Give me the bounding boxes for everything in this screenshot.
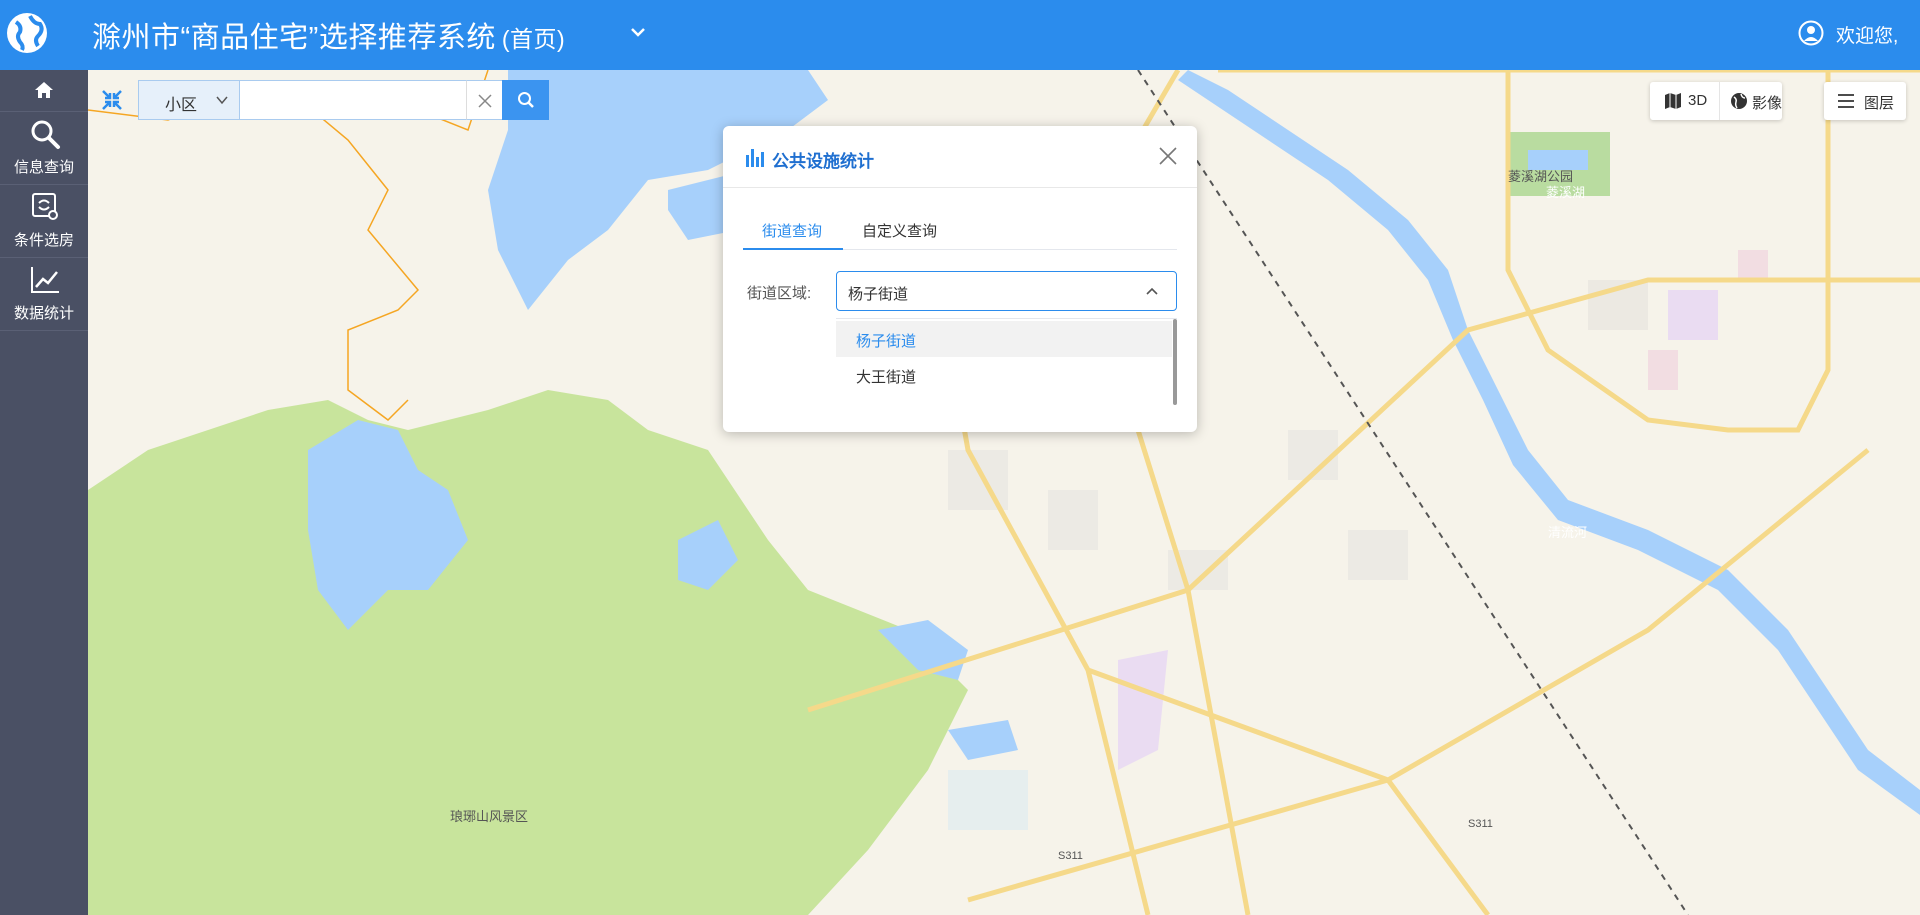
- sidebar-item-label: 信息查询: [13, 159, 74, 176]
- chevron-up-icon: [1146, 287, 1158, 295]
- welcome-text[interactable]: 欢迎您,: [1836, 21, 1898, 48]
- dialog-tabs: 街道查询 自定义查询: [743, 210, 1177, 250]
- sidebar-item-label: 条件选房: [13, 232, 74, 249]
- search-input[interactable]: [240, 80, 466, 120]
- globe-icon: [1731, 93, 1747, 109]
- home-icon: [35, 82, 53, 98]
- search-icon: [518, 92, 534, 108]
- sidebar: 信息查询 条件选房 数据统计: [0, 70, 88, 915]
- search-icon: [31, 120, 60, 149]
- chevron-down-icon: [216, 96, 228, 105]
- settings-icon: [32, 193, 58, 220]
- menu-icon: [1838, 94, 1854, 108]
- search-type-value: 小区: [165, 97, 198, 114]
- layers-button[interactable]: 图层: [1824, 82, 1906, 120]
- dialog-header: 公共设施统计: [723, 126, 1197, 188]
- lake-label: 菱溪湖: [1546, 185, 1586, 200]
- dialog-title: 公共设施统计: [772, 152, 874, 171]
- option-label: 大王街道: [856, 369, 917, 386]
- close-icon: [478, 94, 492, 108]
- imagery-label: 影像: [1752, 95, 1783, 112]
- public-facility-stats-dialog: 公共设施统计 街道查询 自定义查询 街道区域: 杨子街道 杨子街道 大王街道: [723, 126, 1197, 432]
- active-tab-indicator: [743, 248, 843, 250]
- chevron-down-icon[interactable]: [628, 22, 648, 42]
- tab-street-query[interactable]: 街道查询: [762, 220, 822, 241]
- search-type-select[interactable]: 小区: [138, 80, 240, 120]
- sidebar-item-info-query[interactable]: 信息查询: [0, 112, 88, 185]
- dropdown-option-yangzi[interactable]: 杨子街道: [836, 321, 1172, 357]
- scenic-area-label: 琅琊山风景区: [450, 809, 529, 824]
- sidebar-item-label: 数据统计: [13, 305, 74, 322]
- 3d-label: 3D: [1688, 92, 1708, 109]
- street-area-dropdown: 杨子街道 大王街道: [836, 318, 1177, 414]
- clear-button[interactable]: [466, 80, 502, 120]
- road-label: S311: [1058, 850, 1083, 862]
- layers-label: 图层: [1864, 95, 1895, 112]
- dropdown-scrollbar[interactable]: [1173, 319, 1177, 405]
- search-button[interactable]: [502, 80, 549, 120]
- app-title: 滁州市“商品住宅”选择推荐系统 (首页): [92, 14, 565, 56]
- app-title-text: 滁州市“商品住宅”选择推荐系统: [92, 22, 496, 54]
- street-area-label: 街道区域:: [747, 285, 812, 302]
- street-area-value: 杨子街道: [848, 286, 909, 303]
- chart-icon: [31, 267, 59, 293]
- layers-tool: 图层: [1824, 82, 1906, 120]
- option-label: 杨子街道: [856, 333, 917, 350]
- tab-custom-query[interactable]: 自定义查询: [862, 220, 937, 241]
- 3d-button[interactable]: 3D: [1650, 82, 1720, 120]
- street-area-select[interactable]: 杨子街道: [836, 271, 1177, 311]
- sidebar-item-condition-select[interactable]: 条件选房: [0, 185, 88, 258]
- app-subtitle: (首页): [501, 26, 566, 52]
- user-icon[interactable]: [1798, 20, 1824, 46]
- map-view-tools: 3D 影像: [1650, 82, 1782, 120]
- river-label: 清流河: [1548, 525, 1588, 540]
- app-header: 滁州市“商品住宅”选择推荐系统 (首页) 欢迎您,: [0, 0, 1920, 70]
- map-icon: [1665, 93, 1681, 109]
- dropdown-option-dawang[interactable]: 大王街道: [836, 357, 1172, 393]
- sidebar-item-home[interactable]: [0, 70, 88, 112]
- globe-icon[interactable]: [4, 10, 50, 56]
- sidebar-item-data-stats[interactable]: 数据统计: [0, 258, 88, 331]
- road-label: S311: [1468, 818, 1493, 830]
- bar-chart-icon: [746, 149, 764, 167]
- collapse-icon[interactable]: [100, 88, 124, 112]
- imagery-button[interactable]: 影像: [1720, 82, 1782, 120]
- close-icon[interactable]: [1157, 145, 1179, 167]
